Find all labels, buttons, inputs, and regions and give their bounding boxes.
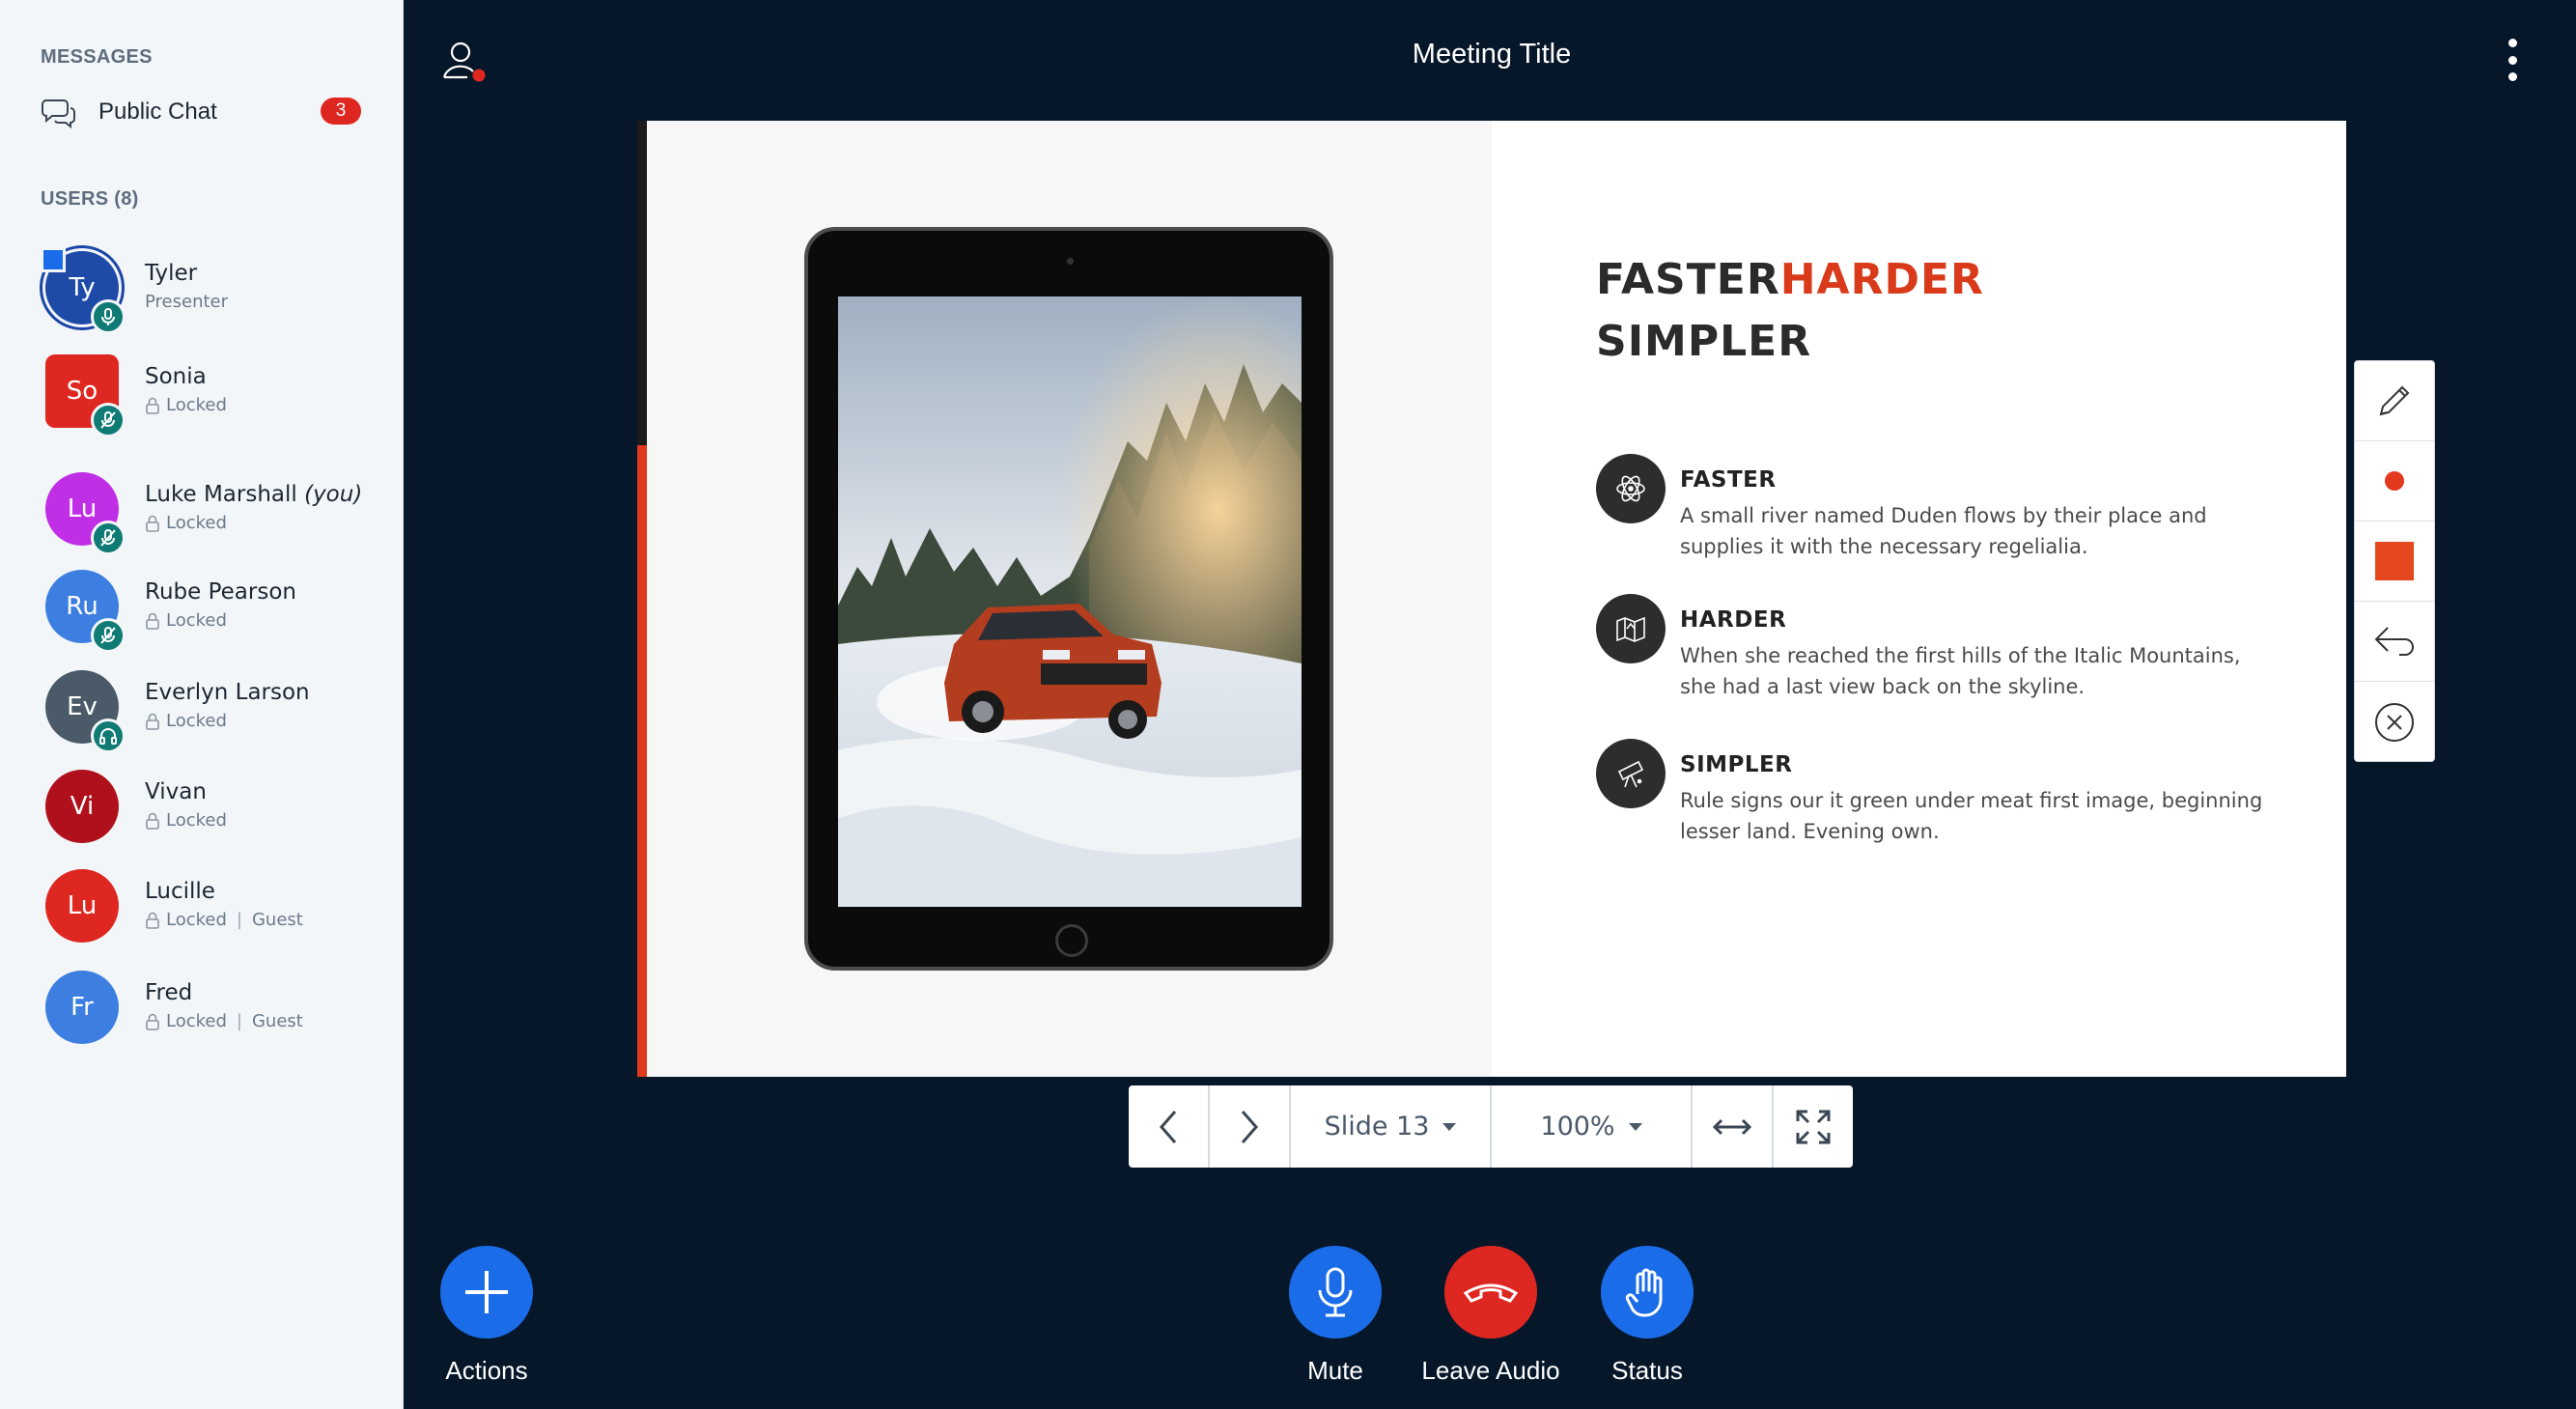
microphone-icon — [91, 299, 126, 334]
user-name: Everlyn Larson — [145, 680, 310, 705]
mute-label: Mute — [1307, 1356, 1363, 1385]
presentation-slide: FASTERHARDER SIMPLER FASTER A small rive… — [637, 121, 2346, 1077]
user-status: Locked | Guest — [145, 1011, 303, 1031]
user-role: Presenter — [145, 292, 229, 312]
fullscreen-button[interactable] — [1774, 1085, 1853, 1168]
zoom-select[interactable]: 100% — [1492, 1085, 1693, 1168]
leave-audio-button[interactable]: Leave Audio — [1419, 1246, 1562, 1386]
user-item-fred[interactable]: Fr Fred Locked | Guest — [42, 971, 390, 1057]
previous-slide-button[interactable] — [1129, 1085, 1210, 1168]
headphones-icon — [91, 719, 126, 753]
presentation-controls: Slide 13 100% — [1129, 1085, 1853, 1168]
muted-icon — [91, 521, 126, 555]
user-name: Rube Pearson — [145, 579, 296, 605]
user-status: Locked — [145, 711, 227, 731]
microphone-icon — [1289, 1246, 1382, 1339]
sidebar: MESSAGES Public Chat 3 USERS (8) Ty Tyle… — [0, 0, 404, 1409]
unread-badge: 3 — [321, 98, 361, 125]
public-chat-item[interactable]: Public Chat 3 — [39, 89, 367, 135]
avatar: Vi — [45, 770, 119, 843]
user-item-tyler[interactable]: Ty Tyler Presenter — [41, 247, 390, 338]
chevron-right-icon — [1241, 1110, 1258, 1143]
color-dot-icon — [2385, 471, 2404, 491]
pencil-icon — [2379, 385, 2410, 416]
pencil-tool[interactable] — [2355, 361, 2434, 441]
user-item-sonia[interactable]: So Sonia Locked — [42, 354, 390, 441]
user-status: Locked — [145, 395, 227, 415]
lock-icon — [146, 912, 159, 929]
user-name: Vivan — [145, 779, 207, 804]
lock-icon — [146, 812, 159, 830]
hang-up-icon — [1444, 1246, 1537, 1339]
mute-button[interactable]: Mute — [1289, 1246, 1382, 1386]
lock-icon — [146, 515, 159, 532]
muted-icon — [91, 403, 126, 437]
muted-icon — [91, 618, 126, 653]
user-name: Luke Marshall (you) — [145, 482, 363, 507]
actions-button[interactable]: Actions — [440, 1246, 533, 1386]
public-chat-label: Public Chat — [98, 99, 217, 125]
user-status: Locked | Guest — [145, 910, 303, 930]
lock-icon — [146, 397, 159, 414]
status-label: Status — [1611, 1356, 1683, 1385]
meeting-title: Meeting Title — [1412, 39, 1572, 70]
user-name: Sonia — [145, 364, 207, 389]
atom-icon — [1596, 454, 1666, 523]
fit-width-button[interactable] — [1693, 1085, 1774, 1168]
lock-icon — [146, 713, 159, 730]
caret-down-icon — [1442, 1122, 1457, 1131]
status-button[interactable]: Status — [1601, 1246, 1694, 1386]
color-tool[interactable] — [2355, 441, 2434, 521]
annotation-toolbar — [2354, 360, 2435, 762]
caret-down-icon — [1628, 1122, 1642, 1131]
lock-icon — [146, 1013, 159, 1030]
avatar: Fr — [45, 971, 119, 1044]
next-slide-button[interactable] — [1210, 1085, 1291, 1168]
user-item-lucille[interactable]: Lu Lucille Locked | Guest — [42, 869, 390, 956]
raise-hand-icon — [1601, 1246, 1694, 1339]
undo-tool[interactable] — [2355, 602, 2434, 682]
user-name: Lucille — [145, 879, 215, 904]
tablet-illustration — [804, 227, 1333, 971]
user-status: Locked — [145, 513, 227, 533]
user-item-vivan[interactable]: Vi Vivan Locked — [42, 770, 390, 857]
actions-label: Actions — [445, 1356, 528, 1385]
user-item-everlyn-larson[interactable]: Ev Everlyn Larson Locked — [42, 670, 390, 757]
fill-tool[interactable] — [2355, 521, 2434, 602]
avatar: Lu — [45, 869, 119, 943]
user-status: Locked — [145, 810, 227, 831]
clear-tool[interactable] — [2355, 682, 2434, 762]
clear-icon — [2375, 702, 2414, 742]
fullscreen-icon — [1796, 1110, 1831, 1143]
chevron-left-icon — [1160, 1110, 1177, 1143]
slide-title: FASTERHARDER SIMPLER — [1596, 255, 1984, 366]
user-status: Locked — [145, 610, 227, 631]
undo-icon — [2374, 627, 2414, 656]
chat-bubbles-icon — [42, 99, 75, 129]
slide-accent-bar — [637, 121, 647, 1077]
telescope-icon — [1596, 739, 1666, 808]
user-item-luke-marshall[interactable]: Lu Luke Marshall (you) Locked — [42, 472, 390, 559]
kebab-menu-icon[interactable] — [2501, 39, 2524, 81]
user-item-rube-pearson[interactable]: Ru Rube Pearson Locked — [42, 570, 390, 657]
plus-icon — [440, 1246, 533, 1339]
presenter-flag-icon — [41, 247, 66, 272]
slide-select[interactable]: Slide 13 — [1291, 1085, 1492, 1168]
users-heading: USERS (8) — [41, 188, 139, 210]
leave-audio-label: Leave Audio — [1421, 1356, 1560, 1385]
user-status-icon[interactable] — [440, 39, 489, 87]
messages-heading: MESSAGES — [41, 46, 153, 68]
fit-width-icon — [1712, 1118, 1752, 1135]
user-name: Fred — [145, 980, 193, 1005]
map-icon — [1596, 594, 1666, 663]
lock-icon — [146, 612, 159, 630]
fill-square-icon — [2375, 542, 2414, 580]
car-snow-image — [838, 296, 1302, 907]
user-name: Tyler — [145, 261, 198, 286]
